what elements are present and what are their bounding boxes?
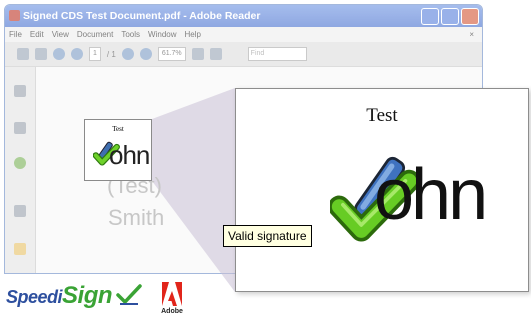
speedisign-logo-part2: Sign [62,282,113,309]
zoom-beam [152,88,235,292]
signature-name: ohn [109,140,150,170]
magnified-name: ohn [374,155,488,235]
magnified-signature-panel: Test ohn [235,88,529,292]
magnified-title: Test [366,105,398,126]
signature-field[interactable]: Test ohn [84,119,152,181]
speedisign-logo: SpeediSign [6,282,142,310]
ghost-text-smith: Smith [108,205,165,230]
speedisign-check-icon [116,284,142,305]
adobe-logo-icon [162,282,182,306]
valid-signature-tooltip: Valid signature [223,225,312,247]
adobe-logo-text: Adobe [161,308,183,315]
speedisign-logo-part1: Speedi [6,287,63,307]
signature-field-title: Test [112,125,124,133]
